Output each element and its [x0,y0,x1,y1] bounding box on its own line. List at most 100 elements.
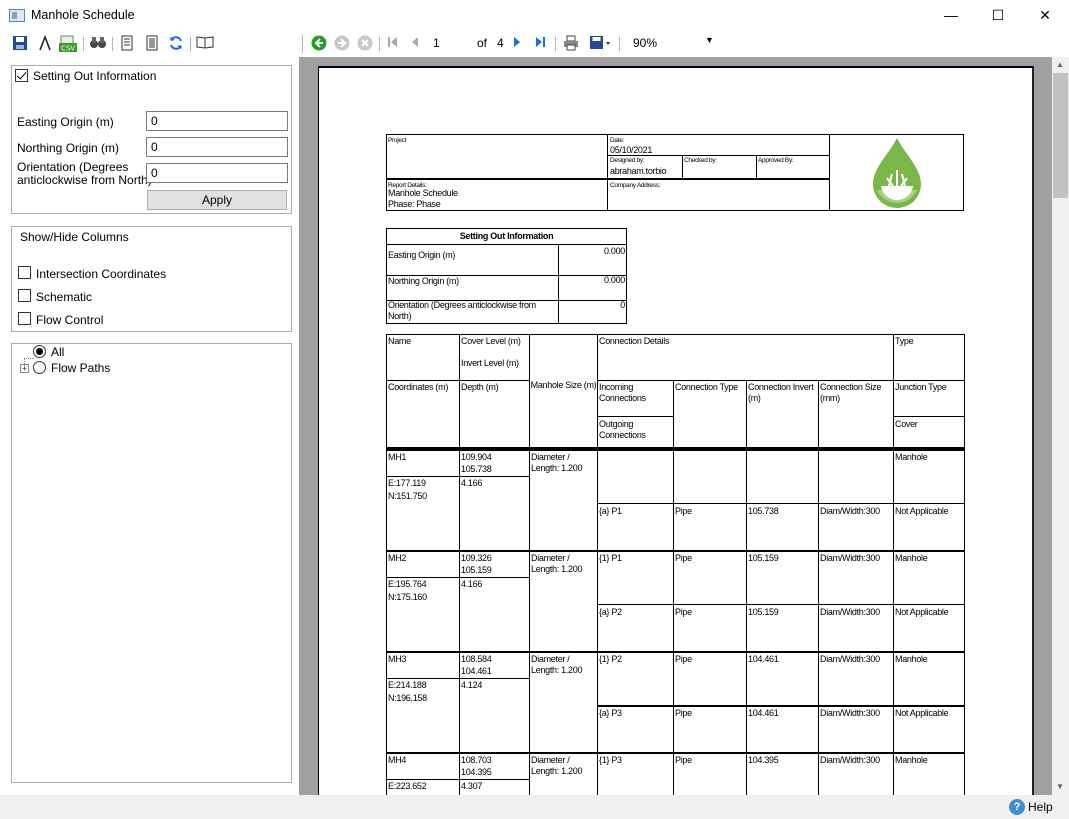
save-icon[interactable] [10,35,30,53]
depth: 4.307 [461,781,483,791]
scroll-thumb[interactable] [1053,73,1068,198]
so-row-value: 0 [620,300,625,310]
rule [386,178,829,180]
cover-type: Not Applicable [895,506,949,516]
rule [893,334,894,450]
rule [386,577,529,578]
profile-icon[interactable] [35,34,55,53]
scroll-up-icon[interactable]: ▲ [1056,60,1064,69]
report-page: Project Date: 05/10/2021 Designed by: ab… [318,66,1034,806]
toolbar-separator [619,37,620,51]
outgoing-connection: {a} P1 [599,506,622,516]
report-icon[interactable] [142,35,162,53]
incoming-connection: {1} P3 [599,755,622,765]
depth: 4.166 [461,478,483,488]
rule [597,503,965,504]
toolbar-separator [555,37,556,51]
book-icon[interactable] [195,35,215,53]
cover-type: Not Applicable [895,708,949,718]
northing-input[interactable] [146,137,288,157]
report-viewer: Project Date: 05/10/2021 Designed by: ab… [299,57,1052,806]
manhole-size: Diameter / Length: 1.200 [531,654,583,675]
schematic-label: Schematic [36,290,93,304]
col-connection-type: Connection Type [675,382,738,392]
manhole-size: Diameter / Length: 1.200 [531,553,583,574]
easting-input[interactable] [146,111,288,131]
outgoing-size: Diam/Width:300 [820,607,880,617]
invert-level: 105.159 [461,565,492,575]
easting-coordinate: E:214.188 [388,680,427,690]
first-page-icon[interactable] [383,35,403,53]
cover-type: Not Applicable [895,607,949,617]
easting-label: Easting Origin (m) [17,115,114,129]
rule [459,551,460,652]
title-bar: Manhole Schedule — ☐ ✕ [0,0,1069,31]
report-details-value: Manhole Schedule [388,188,458,198]
status-bar: ? Help [0,795,1069,819]
schematic-checkbox[interactable] [18,289,31,302]
incoming-invert: 104.461 [748,654,779,664]
northing-coordinate: N:175.160 [388,592,427,602]
next-page-icon[interactable] [507,35,527,53]
export-save-icon[interactable] [589,35,610,53]
forward-icon[interactable] [332,35,352,53]
project-label: Project [388,137,407,144]
rule [597,416,673,417]
help-link[interactable]: Help [1028,800,1053,814]
rule [893,450,894,551]
col-connection-details: Connection Details [599,336,670,346]
all-radio[interactable] [33,345,46,358]
minimize-button[interactable]: — [928,0,974,31]
rule [529,551,530,652]
current-page-field[interactable]: 1 [433,36,440,50]
help-icon[interactable]: ? [1009,799,1025,815]
scroll-down-icon[interactable]: ▼ [1056,782,1064,791]
expand-icon[interactable]: + [20,364,29,373]
rule [818,450,819,551]
rule [597,380,965,381]
chevron-down-icon[interactable]: ▼ [705,35,714,45]
show-hide-columns-group: Show/Hide Columns Intersection Coordinat… [11,226,292,332]
rule [386,476,529,477]
so-row-value: 0.000 [603,275,625,285]
refresh-icon[interactable] [166,35,186,53]
stop-icon[interactable] [355,35,375,53]
print-icon[interactable] [561,35,581,53]
last-page-icon[interactable] [530,35,550,53]
easting-coordinate: E:223.652 [388,781,427,791]
flow-control-checkbox[interactable] [18,312,31,325]
maximize-button[interactable]: ☐ [975,0,1021,31]
rule [597,334,598,450]
apply-button[interactable]: Apply [147,190,287,210]
junction-type: Manhole [895,654,928,664]
incoming-size: Diam/Width:300 [820,553,880,563]
report-phase-value: Phase: Phase [388,199,441,209]
page-icon[interactable] [117,35,137,53]
rule [756,155,757,178]
rule [673,551,674,652]
designed-by-value: abraham.torbio [610,166,667,176]
northing-coordinate: N:196.158 [388,693,427,703]
incoming-size: Diam/Width:300 [820,755,880,765]
app-icon [9,9,25,22]
rule [597,705,965,707]
rule [673,652,674,753]
back-icon[interactable] [309,35,329,53]
col-coordinates: Coordinates (m) [388,382,449,392]
vertical-scrollbar[interactable]: ▲ ▼ [1052,57,1069,795]
rule [597,551,598,652]
orientation-input[interactable] [146,163,288,183]
binoculars-icon[interactable] [88,35,108,53]
setting-out-checkbox[interactable] [15,69,28,82]
intersection-coordinates-checkbox[interactable] [18,266,31,279]
toolbar-separator [83,37,84,51]
intersection-coordinates-label: Intersection Coordinates [36,267,167,281]
csv-icon[interactable]: CSV [58,35,78,53]
setting-out-group: Setting Out Information Easting Origin (… [11,65,292,214]
rule [459,334,460,450]
outgoing-connection: {a} P3 [599,708,622,718]
flow-paths-radio[interactable] [33,361,46,374]
previous-page-icon[interactable] [405,35,425,53]
close-button[interactable]: ✕ [1022,0,1068,31]
zoom-dropdown[interactable]: 90% [633,36,657,50]
